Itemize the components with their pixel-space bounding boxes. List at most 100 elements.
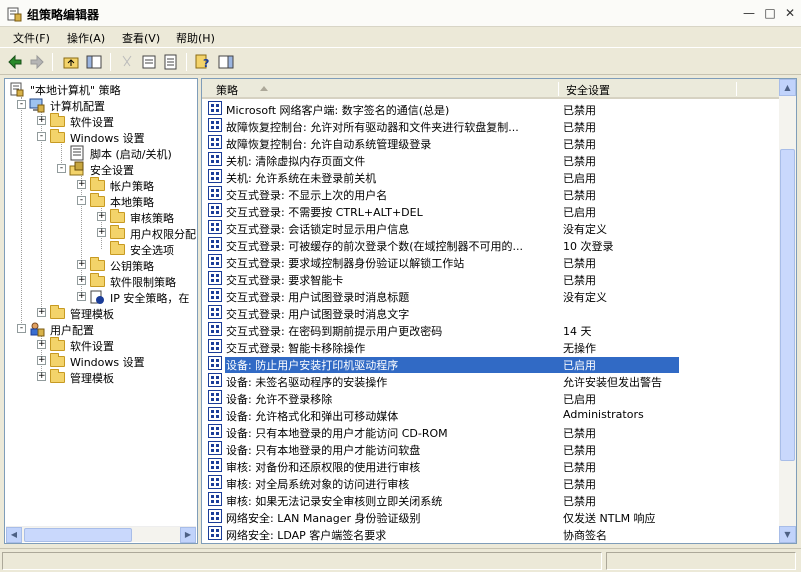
- table-row[interactable]: 设备: 允许格式化和弹出可移动媒体 Administrators: [202, 406, 780, 423]
- column-divider[interactable]: [736, 82, 737, 96]
- tree-node[interactable]: + 软件设置: [5, 113, 197, 129]
- security-setting-value: 已启用: [563, 172, 596, 185]
- folder-icon: [50, 305, 65, 319]
- maximize-icon[interactable]: □: [762, 5, 778, 21]
- table-row[interactable]: 交互式登录: 用户试图登录时消息文字: [202, 304, 780, 321]
- scroll-thumb[interactable]: [24, 528, 132, 542]
- expand-icon[interactable]: +: [77, 260, 86, 269]
- tree-node[interactable]: + 用户权限分配: [5, 225, 197, 241]
- svg-text:?: ?: [203, 57, 209, 70]
- table-row[interactable]: 网络安全: LDAP 客户端签名要求 协商签名: [202, 525, 780, 542]
- show-hide-tree-icon[interactable]: [85, 53, 103, 71]
- tree-node-label: 安全设置: [90, 164, 134, 177]
- security-setting-value: 允许安装但发出警告: [563, 376, 662, 389]
- column-header-setting[interactable]: 安全设置: [566, 82, 610, 98]
- menu-help[interactable]: 帮助(H): [176, 30, 215, 46]
- table-row[interactable]: 审核: 如果无法记录安全审核则立即关闭系统 已禁用: [202, 491, 780, 508]
- table-row[interactable]: 审核: 对备份和还原权限的使用进行审核 已禁用: [202, 457, 780, 474]
- properties-icon[interactable]: [140, 53, 158, 71]
- column-divider[interactable]: [558, 82, 559, 96]
- table-row[interactable]: 审核: 对全局系统对象的访问进行审核 已禁用: [202, 474, 780, 491]
- menu-action[interactable]: 操作(A): [67, 30, 105, 46]
- collapse-icon[interactable]: -: [37, 132, 46, 141]
- tree-node[interactable]: - 计算机配置: [5, 97, 197, 113]
- table-row[interactable]: 交互式登录: 要求智能卡 已禁用: [202, 270, 780, 287]
- collapse-icon[interactable]: -: [77, 196, 86, 205]
- help-icon[interactable]: ?: [194, 53, 212, 71]
- folder-icon: [50, 337, 65, 351]
- expand-icon[interactable]: +: [97, 212, 106, 221]
- table-row[interactable]: 故障恢复控制台: 允许自动系统管理级登录 已禁用: [202, 134, 780, 151]
- tree-node[interactable]: + 软件设置: [5, 337, 197, 353]
- minimize-icon[interactable]: —: [741, 5, 757, 21]
- tree-node[interactable]: + 帐户策略: [5, 177, 197, 193]
- table-row[interactable]: 交互式登录: 要求域控制器身份验证以解锁工作站 已禁用: [202, 253, 780, 270]
- expand-icon[interactable]: +: [77, 276, 86, 285]
- security-setting-value: 没有定义: [563, 223, 607, 236]
- menu-view[interactable]: 查看(V): [122, 30, 160, 46]
- scroll-left-arrow-icon[interactable]: ◀: [6, 527, 22, 543]
- tree-node[interactable]: 脚本 (启动/关机): [5, 145, 197, 161]
- table-row[interactable]: 设备: 防止用户安装打印机驱动程序 已启用: [202, 355, 780, 373]
- collapse-icon[interactable]: -: [17, 100, 26, 109]
- tree-node[interactable]: + 审核策略: [5, 209, 197, 225]
- expand-icon[interactable]: +: [37, 372, 46, 381]
- tree-node[interactable]: - 用户配置: [5, 321, 197, 337]
- expand-icon[interactable]: +: [37, 356, 46, 365]
- expand-icon[interactable]: +: [37, 340, 46, 349]
- back-arrow-icon[interactable]: [6, 53, 24, 71]
- table-row[interactable]: 交互式登录: 智能卡移除操作 无操作: [202, 338, 780, 355]
- tree-node[interactable]: + IP 安全策略，在: [5, 289, 197, 305]
- table-row[interactable]: 交互式登录: 不需要按 CTRL+ALT+DEL 已启用: [202, 202, 780, 219]
- table-row[interactable]: 网络安全: LAN Manager 身份验证级别 仅发送 NTLM 响应: [202, 508, 780, 525]
- tree-node-label: 公钥策略: [110, 260, 154, 273]
- table-row[interactable]: 关机: 清除虚拟内存页面文件 已禁用: [202, 151, 780, 168]
- vertical-scrollbar[interactable]: ▲ ▼: [779, 79, 796, 543]
- forward-arrow-icon[interactable]: [28, 53, 46, 71]
- expand-icon[interactable]: +: [37, 308, 46, 317]
- expand-icon[interactable]: +: [37, 116, 46, 125]
- close-icon[interactable]: ✕: [782, 5, 798, 21]
- tree-node[interactable]: + 管理模板: [5, 369, 197, 385]
- title-bar: 组策略编辑器 — □ ✕: [0, 0, 801, 27]
- table-row[interactable]: 交互式登录: 会话锁定时显示用户信息 没有定义: [202, 219, 780, 236]
- scroll-right-arrow-icon[interactable]: ▶: [180, 527, 196, 543]
- table-row[interactable]: Microsoft 网络客户端: 数字签名的通信(总是) 已禁用: [202, 100, 780, 117]
- table-row[interactable]: 关机: 允许系统在未登录前关机 已启用: [202, 168, 780, 185]
- tree-node[interactable]: - Windows 设置: [5, 129, 197, 145]
- expand-icon[interactable]: +: [97, 228, 106, 237]
- scroll-up-arrow-icon[interactable]: ▲: [779, 79, 796, 96]
- tree-node[interactable]: + 公钥策略: [5, 257, 197, 273]
- tree-node[interactable]: - 安全设置: [5, 161, 197, 177]
- table-row[interactable]: 交互式登录: 用户试图登录时消息标题 没有定义: [202, 287, 780, 304]
- menu-file[interactable]: 文件(F): [13, 30, 50, 46]
- tree-node-label: 帐户策略: [110, 180, 154, 193]
- column-header-policy[interactable]: 策略: [216, 82, 238, 98]
- tree-node[interactable]: - 本地策略: [5, 193, 197, 209]
- scroll-thumb[interactable]: [780, 149, 795, 461]
- tree-node[interactable]: + 软件限制策略: [5, 273, 197, 289]
- table-row[interactable]: 设备: 未签名驱动程序的安装操作 允许安装但发出警告: [202, 372, 780, 389]
- table-row[interactable]: 交互式登录: 可被缓存的前次登录个数(在域控制器不可用的... 10 次登录: [202, 236, 780, 253]
- horizontal-scrollbar[interactable]: ◀ ▶: [6, 526, 196, 543]
- tree-node[interactable]: + 管理模板: [5, 305, 197, 321]
- expand-icon[interactable]: +: [77, 180, 86, 189]
- table-row[interactable]: 交互式登录: 不显示上次的用户名 已禁用: [202, 185, 780, 202]
- cut-icon[interactable]: [118, 53, 136, 71]
- up-folder-icon[interactable]: [62, 53, 80, 71]
- table-row[interactable]: 交互式登录: 在密码到期前提示用户更改密码 14 天: [202, 321, 780, 338]
- show-action-pane-icon[interactable]: [217, 53, 235, 71]
- table-row[interactable]: 设备: 允许不登录移除 已启用: [202, 389, 780, 406]
- tree-node[interactable]: + Windows 设置: [5, 353, 197, 369]
- table-row[interactable]: 设备: 只有本地登录的用户才能访问软盘 已禁用: [202, 440, 780, 457]
- collapse-icon[interactable]: -: [57, 164, 66, 173]
- export-list-icon[interactable]: [162, 53, 180, 71]
- table-row[interactable]: 故障恢复控制台: 允许对所有驱动器和文件夹进行软盘复制... 已禁用: [202, 117, 780, 134]
- tree-node-label: 软件限制策略: [110, 276, 176, 289]
- table-row[interactable]: 设备: 只有本地登录的用户才能访问 CD-ROM 已禁用: [202, 423, 780, 440]
- tree-node[interactable]: 安全选项: [5, 241, 197, 257]
- expand-icon[interactable]: +: [77, 292, 86, 301]
- scroll-down-arrow-icon[interactable]: ▼: [779, 526, 796, 543]
- tree-node[interactable]: "本地计算机" 策略: [5, 81, 197, 97]
- collapse-icon[interactable]: -: [17, 324, 26, 333]
